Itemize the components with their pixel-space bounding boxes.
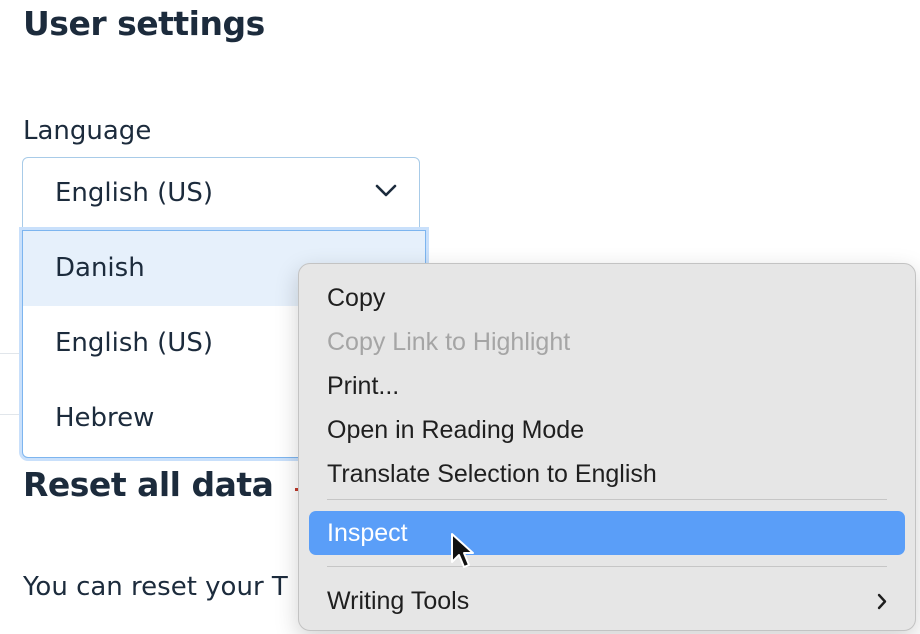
chevron-right-icon [877, 593, 887, 610]
language-label: Language [23, 116, 152, 146]
context-menu: Copy Copy Link to Highlight Print... Ope… [298, 263, 916, 631]
menu-separator [327, 499, 887, 500]
menu-separator [327, 566, 887, 567]
reset-description: You can reset your T [23, 572, 288, 602]
menu-item-open-reading-mode[interactable]: Open in Reading Mode [309, 408, 905, 452]
menu-item-writing-tools-label: Writing Tools [327, 587, 470, 615]
settings-page: User settings Language English (US) Dani… [0, 0, 920, 634]
language-select[interactable]: English (US) [22, 157, 420, 231]
page-title: User settings [23, 4, 265, 43]
menu-item-copy-link-to-highlight: Copy Link to Highlight [327, 328, 571, 356]
chevron-down-icon [375, 184, 397, 197]
menu-item-inspect[interactable]: Inspect [309, 511, 905, 555]
menu-item-copy[interactable]: Copy [309, 276, 905, 320]
reset-section-title: Reset all data [23, 465, 274, 504]
language-select-value: English (US) [55, 178, 213, 208]
menu-item-translate-selection[interactable]: Translate Selection to English [309, 452, 905, 496]
menu-item-writing-tools[interactable]: Writing Tools [309, 579, 905, 623]
mouse-cursor-icon [451, 533, 474, 568]
menu-item-print[interactable]: Print... [309, 364, 905, 408]
